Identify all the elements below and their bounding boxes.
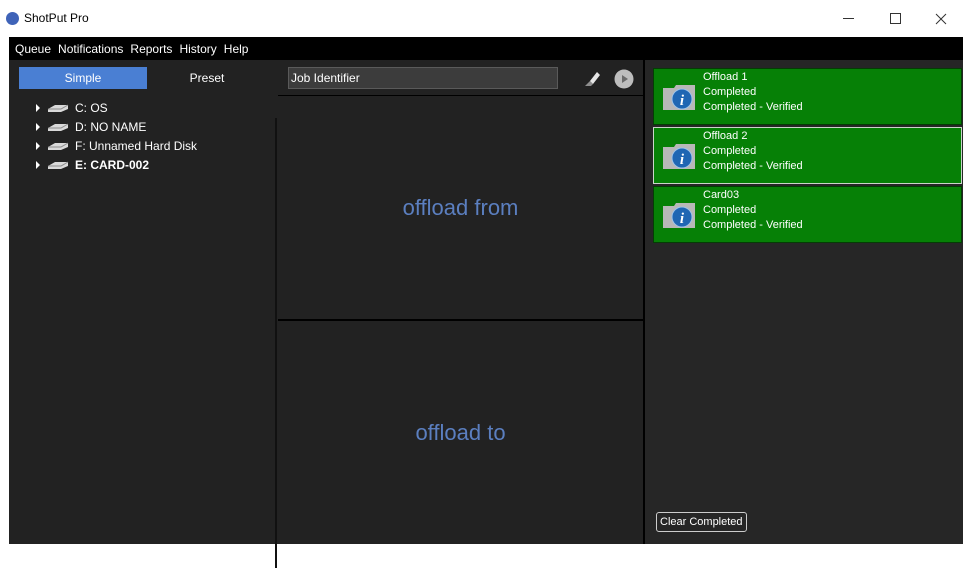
queue-item[interactable]: i Offload 2 Completed Completed - Verifi… — [653, 127, 962, 184]
tab-preset[interactable]: Preset — [147, 67, 267, 89]
queue-item-name: Offload 1 — [703, 71, 748, 83]
info-icon[interactable]: i — [662, 201, 696, 229]
queue-panel: i Offload 1 Completed Completed - Verifi… — [643, 60, 963, 544]
info-icon[interactable]: i — [662, 142, 696, 170]
hard-drive-icon — [48, 142, 69, 150]
queue-item-status: Completed — [703, 86, 757, 98]
hard-drive-icon — [48, 123, 69, 131]
maximize-button[interactable] — [872, 0, 918, 37]
close-icon — [935, 13, 947, 24]
menu-bar: Queue Notifications Reports History Help — [9, 37, 963, 60]
source-panel: Simple Preset C: OS D: NO NAME F: Unname… — [9, 60, 278, 568]
play-icon[interactable] — [614, 69, 634, 89]
caret-right-icon[interactable] — [33, 160, 43, 170]
clear-completed-button[interactable]: Clear Completed — [656, 512, 747, 532]
title-bar: ShotPut Pro — [0, 0, 963, 37]
minimize-icon — [842, 18, 854, 19]
shotput-logo-icon — [6, 12, 19, 25]
queue-item-name: Card03 — [703, 189, 740, 201]
app-window: Queue Notifications Reports History Help… — [9, 37, 963, 568]
offload-to-dropzone[interactable]: offload to — [278, 319, 643, 544]
drive-label: D: NO NAME — [75, 119, 147, 134]
queue-item-detail: Completed - Verified — [703, 219, 803, 231]
drive-item-e[interactable]: E: CARD-002 — [9, 155, 269, 174]
queue-item-name: Offload 2 — [703, 130, 748, 142]
close-button[interactable] — [918, 0, 963, 37]
panel-divider[interactable] — [275, 118, 277, 568]
queue-item[interactable]: i Card03 Completed Completed - Verified — [653, 186, 962, 243]
drive-label: E: CARD-002 — [75, 157, 150, 172]
eraser-icon[interactable] — [582, 69, 602, 89]
menu-queue[interactable]: Queue — [15, 42, 51, 56]
menu-reports[interactable]: Reports — [130, 42, 172, 56]
queue-item-detail: Completed - Verified — [703, 101, 803, 113]
tab-simple[interactable]: Simple — [19, 67, 147, 89]
drive-item-c[interactable]: C: OS — [9, 98, 269, 117]
job-identifier-input[interactable] — [288, 67, 558, 89]
minimize-button[interactable] — [825, 0, 871, 37]
queue-item-status: Completed — [703, 204, 757, 216]
drive-item-f[interactable]: F: Unnamed Hard Disk — [9, 136, 269, 155]
caret-right-icon[interactable] — [33, 141, 43, 151]
queue-item-detail: Completed - Verified — [703, 160, 803, 172]
drive-label: F: Unnamed Hard Disk — [75, 138, 198, 153]
queue-list: i Offload 1 Completed Completed - Verifi… — [653, 68, 962, 245]
drive-tree: C: OS D: NO NAME F: Unnamed Hard Disk E:… — [9, 98, 269, 174]
menu-help[interactable]: Help — [224, 42, 249, 56]
maximize-icon — [889, 13, 901, 24]
queue-item[interactable]: i Offload 1 Completed Completed - Verifi… — [653, 68, 962, 125]
offload-from-dropzone[interactable]: offload from — [278, 95, 643, 319]
caret-right-icon[interactable] — [33, 122, 43, 132]
queue-item-status: Completed — [703, 145, 757, 157]
hard-drive-icon — [48, 161, 69, 169]
hard-drive-icon — [48, 104, 69, 112]
drive-item-d[interactable]: D: NO NAME — [9, 117, 269, 136]
caret-right-icon[interactable] — [33, 103, 43, 113]
offload-panel: offload from offload to — [278, 60, 643, 544]
window-title: ShotPut Pro — [24, 11, 89, 25]
offload-from-label: offload from — [402, 194, 519, 220]
offload-to-label: offload to — [415, 419, 506, 445]
menu-notifications[interactable]: Notifications — [58, 42, 123, 56]
mode-tabs: Simple Preset — [19, 67, 267, 89]
drive-label: C: OS — [75, 100, 108, 115]
menu-history[interactable]: History — [179, 42, 216, 56]
info-icon[interactable]: i — [662, 83, 696, 111]
